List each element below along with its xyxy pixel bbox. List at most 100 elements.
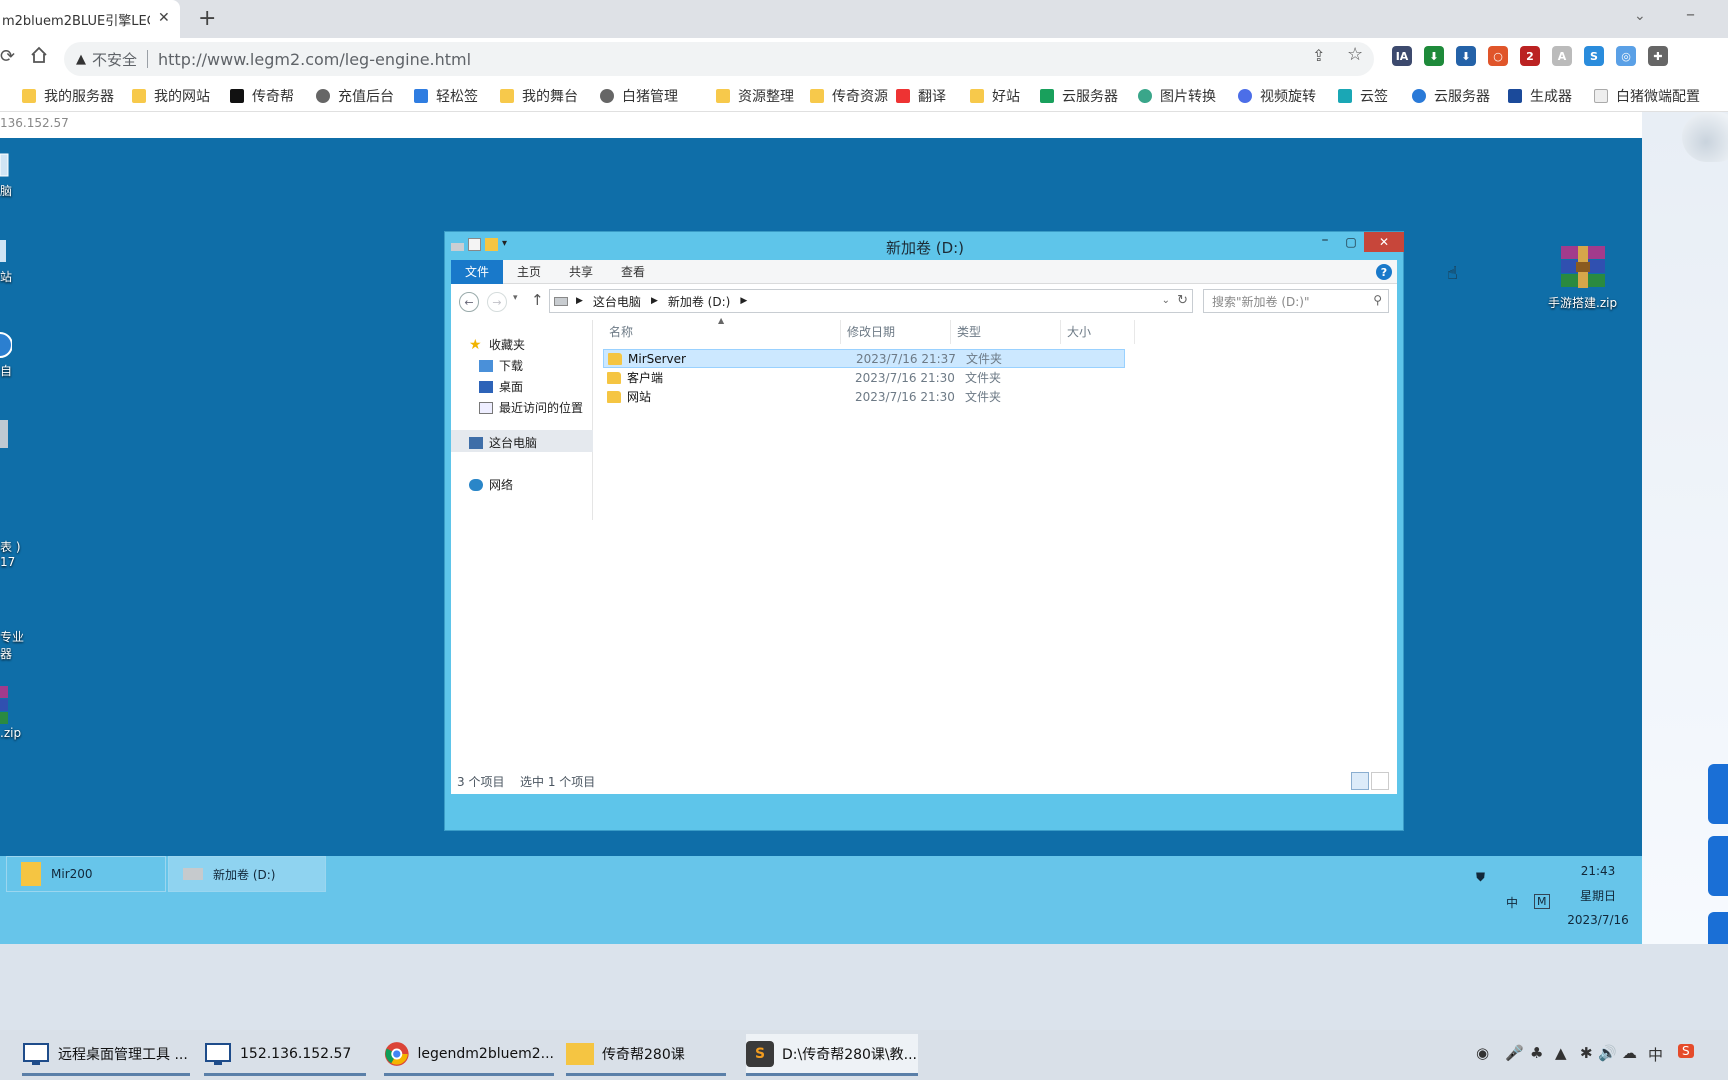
tab-close-icon[interactable]: ✕ <box>158 10 170 26</box>
help-icon[interactable]: ? <box>1376 264 1392 280</box>
host-task-folder[interactable]: 传奇帮280课 <box>566 1034 726 1076</box>
address-bar[interactable]: ▲ 不安全 http://www.legm2.com/leg-engine.ht… <box>64 42 1374 76</box>
breadcrumb-arrow-icon[interactable]: ▶ <box>576 296 583 306</box>
search-icon[interactable]: ⚲ <box>1373 293 1382 307</box>
host-task-remote-session[interactable]: 152.136.152.57 <box>204 1034 366 1076</box>
bookmark-item[interactable]: 云签 <box>1338 86 1388 106</box>
bookmark-item[interactable]: 好站 <box>970 86 1020 106</box>
ia-extension-icon[interactable]: IA <box>1392 46 1412 66</box>
nav-item-desktop[interactable]: 桌面 <box>479 378 523 395</box>
column-header-size[interactable]: 大小 <box>1061 320 1135 344</box>
host-task-remote-manager[interactable]: 远程桌面管理工具 ... <box>22 1034 190 1076</box>
bookmark-item[interactable]: 传奇资源 <box>810 86 888 106</box>
bookmark-item[interactable]: 生成器 <box>1508 86 1572 106</box>
desktop-icon-shield[interactable] <box>0 418 10 452</box>
forward-arrow-icon[interactable]: → <box>487 292 507 312</box>
close-button[interactable]: ✕ <box>1364 232 1404 252</box>
window-titlebar[interactable]: ▾ 新加卷 (D:) – ▢ ✕ <box>445 232 1405 260</box>
breadcrumb-arrow-icon[interactable]: ▶ <box>651 296 658 306</box>
nav-item-downloads[interactable]: 下载 <box>479 357 523 374</box>
breadcrumb-arrow-icon[interactable]: ▶ <box>740 296 747 306</box>
zip-file-label[interactable]: 手游搭建.zip <box>1548 294 1617 311</box>
bookmark-item[interactable]: 我的服务器 <box>22 86 114 106</box>
large-icons-view-icon[interactable] <box>1371 772 1389 790</box>
swirl-blue-extension-icon[interactable]: S <box>1584 46 1604 66</box>
home-icon[interactable] <box>28 44 50 66</box>
insecure-label[interactable]: 不安全 <box>92 49 137 70</box>
bookmark-star-icon[interactable]: ☆ <box>1347 44 1363 65</box>
column-header-date[interactable]: 修改日期 <box>841 320 951 344</box>
chrome-circle-extension-icon[interactable]: ○ <box>1488 46 1508 66</box>
remote-task-volume-d[interactable]: 新加卷 (D:) <box>168 856 326 892</box>
reload-icon[interactable]: ⟳ <box>0 46 15 67</box>
bookmark-item[interactable]: 白猪微端配置 <box>1594 86 1700 106</box>
bookmark-item[interactable]: 我的舞台 <box>500 86 578 106</box>
breadcrumb-volume-d[interactable]: 新加卷 (D:) <box>668 293 730 310</box>
ime-indicator[interactable]: 中 <box>1648 1044 1663 1065</box>
shield-badge-extension-icon[interactable]: 2 <box>1520 46 1540 66</box>
bookmark-item[interactable]: 白猪管理 <box>600 86 678 106</box>
sogou-ime-icon[interactable]: S <box>1678 1044 1694 1058</box>
nav-item-this-pc[interactable]: 这台电脑 <box>469 434 537 451</box>
back-arrow-icon[interactable]: ← <box>459 292 479 312</box>
column-header-type[interactable]: 类型 <box>951 320 1061 344</box>
bookmark-item[interactable]: 云服务器 <box>1040 86 1118 106</box>
ime-indicator[interactable]: 中 <box>1506 894 1518 911</box>
download-box-extension-icon[interactable]: ⬇ <box>1456 46 1476 66</box>
file-row[interactable]: 客户端 2023/7/16 21:30 文件夹 <box>603 368 1125 387</box>
remote-task-mir200[interactable]: Mir200 <box>6 856 166 892</box>
winrar-archive-icon[interactable] <box>1558 246 1608 288</box>
security-tray-icon[interactable]: ⛊ <box>1476 870 1485 885</box>
bookmark-item[interactable]: 图片转换 <box>1138 86 1216 106</box>
explorer-address-bar[interactable]: ▶ 这台电脑 ▶ 新加卷 (D:) ▶ ⌄ ↻ <box>549 289 1193 313</box>
desktop-icon-circle[interactable]: 自 <box>0 328 12 379</box>
side-floating-button-2[interactable] <box>1708 836 1728 896</box>
ribbon-tab-share[interactable]: 共享 <box>555 260 607 284</box>
minimize-button[interactable]: – <box>1312 230 1338 250</box>
host-task-sublime[interactable]: S D:\传奇帮280课\教... <box>746 1034 918 1076</box>
ribbon-tab-file[interactable]: 文件 <box>451 260 504 284</box>
a-logo-extension-icon[interactable]: A <box>1552 46 1572 66</box>
tab-search-chevron-icon[interactable]: ⌄ <box>1634 8 1646 24</box>
explorer-search-input[interactable]: 搜索"新加卷 (D:)" ⚲ <box>1203 289 1389 313</box>
remote-clock[interactable]: 21:43 星期日 2023/7/16 <box>1558 864 1638 936</box>
desktop-icon-zip-left[interactable]: .zip <box>0 686 21 740</box>
desktop-icon-site[interactable]: 站 <box>0 238 12 285</box>
address-dropdown-icon[interactable]: ⌄ <box>1162 295 1170 306</box>
bookmark-item[interactable]: 我的网站 <box>132 86 210 106</box>
ribbon-tab-home[interactable]: 主页 <box>503 260 555 284</box>
bookmark-item[interactable]: 充值后台 <box>316 86 394 106</box>
bluetooth-icon[interactable]: ✱ <box>1580 1044 1593 1062</box>
google-drive-icon[interactable]: ▲ <box>1555 1044 1567 1062</box>
ring-blue-extension-icon[interactable]: ◎ <box>1616 46 1636 66</box>
nav-item-recent[interactable]: 最近访问的位置 <box>479 399 583 416</box>
bookmark-item[interactable]: 传奇帮 <box>230 86 294 106</box>
new-tab-button[interactable]: + <box>198 6 216 31</box>
cloud-sync-icon[interactable]: ☁ <box>1622 1044 1637 1062</box>
host-task-chrome[interactable]: legendm2bluem2... <box>384 1034 554 1076</box>
ribbon-tab-view[interactable]: 查看 <box>607 260 659 284</box>
desktop-icon-pro[interactable]: 专业 器 <box>0 628 24 662</box>
desktop-icon-computer[interactable]: 脑 <box>0 152 12 199</box>
bookmark-item[interactable]: 轻松签 <box>414 86 478 106</box>
nav-item-network[interactable]: 网络 <box>469 476 513 493</box>
breadcrumb-this-pc[interactable]: 这台电脑 <box>593 293 641 310</box>
refresh-icon[interactable]: ↻ <box>1177 293 1188 308</box>
bookmark-item[interactable]: 资源整理 <box>716 86 794 106</box>
nav-item-favorites[interactable]: ★ 收藏夹 <box>469 336 525 353</box>
bookmark-item[interactable]: 翻译 <box>896 86 946 106</box>
recent-locations-dropdown-icon[interactable]: ▾ <box>513 293 518 303</box>
puzzle-extension-icon[interactable]: ✚ <box>1648 46 1668 66</box>
network-tray-icon[interactable]: ◉ <box>1476 1044 1489 1062</box>
file-row[interactable]: MirServer 2023/7/16 21:37 文件夹 <box>603 349 1125 368</box>
maximize-button[interactable]: ▢ <box>1338 232 1364 252</box>
volume-icon[interactable]: 🔊 <box>1598 1044 1617 1062</box>
up-arrow-icon[interactable]: ↑ <box>531 291 544 309</box>
qq-icon[interactable]: ♣ <box>1530 1044 1543 1062</box>
desktop-icon-table[interactable]: 表 ) 17 <box>0 538 21 569</box>
share-icon[interactable]: ⇪ <box>1312 46 1325 65</box>
url-text[interactable]: http://www.legm2.com/leg-engine.html <box>158 50 471 69</box>
file-row[interactable]: 网站 2023/7/16 21:30 文件夹 <box>603 387 1125 406</box>
bookmark-item[interactable]: 视频旋转 <box>1238 86 1316 106</box>
ime-mode-indicator[interactable]: M <box>1534 894 1550 909</box>
